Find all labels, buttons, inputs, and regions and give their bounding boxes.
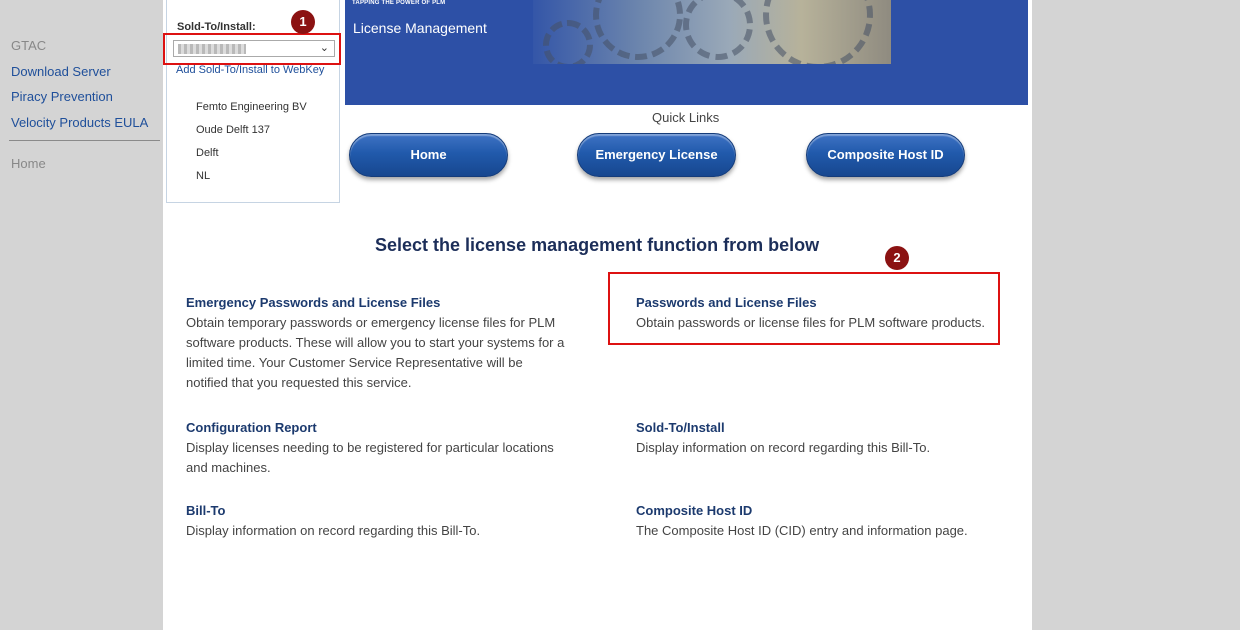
soldto-panel: Sold-To/Install: ⌄ Add Sold-To/Install t… bbox=[166, 0, 340, 203]
function-title[interactable]: Bill-To bbox=[186, 502, 566, 519]
address-street: Oude Delft 137 bbox=[196, 124, 270, 136]
quicklink-composite-host-id-button[interactable]: Composite Host ID bbox=[806, 133, 965, 177]
right-gutter bbox=[1032, 0, 1240, 630]
annotation-highlight-2 bbox=[608, 272, 1000, 345]
function-title[interactable]: Composite Host ID bbox=[636, 502, 1026, 519]
address-country: NL bbox=[196, 170, 211, 182]
nav-item-gtac[interactable]: GTAC bbox=[11, 38, 46, 53]
quicklink-home-button[interactable]: Home bbox=[349, 133, 508, 177]
function-desc: Display information on record regarding … bbox=[636, 440, 931, 455]
function-desc: The Composite Host ID (CID) entry and in… bbox=[636, 523, 968, 538]
gears-banner-image bbox=[533, 0, 891, 64]
function-configuration-report: Configuration Report Display licenses ne… bbox=[186, 419, 566, 478]
banner: TAPPING THE POWER OF PLM License Managem… bbox=[345, 0, 1028, 105]
quicklink-emergency-license-button[interactable]: Emergency License bbox=[577, 133, 736, 177]
function-title[interactable]: Emergency Passwords and License Files bbox=[186, 294, 566, 311]
annotation-highlight-1 bbox=[163, 33, 341, 65]
function-title[interactable]: Configuration Report bbox=[186, 419, 566, 436]
function-desc: Display licenses needing to be registere… bbox=[186, 440, 554, 475]
address-city: Delft bbox=[196, 147, 219, 159]
function-desc: Obtain temporary passwords or emergency … bbox=[186, 315, 565, 390]
nav-item-piracy-prevention[interactable]: Piracy Prevention bbox=[11, 89, 113, 104]
function-sold-to-install: Sold-To/Install Display information on r… bbox=[636, 419, 1026, 458]
page-headline: Select the license management function f… bbox=[375, 235, 820, 255]
annotation-badge-1: 1 bbox=[291, 10, 315, 34]
function-emergency-passwords: Emergency Passwords and License Files Ob… bbox=[186, 294, 566, 393]
left-nav: GTAC Download Server Piracy Prevention V… bbox=[0, 0, 163, 630]
function-desc: Display information on record regarding … bbox=[186, 523, 481, 538]
annotation-badge-2: 2 bbox=[885, 246, 909, 270]
add-soldto-link[interactable]: Add Sold-To/Install to WebKey bbox=[176, 64, 324, 76]
quick-links-label: Quick Links bbox=[652, 110, 720, 125]
soldto-label: Sold-To/Install: bbox=[177, 21, 256, 33]
address-company: Femto Engineering BV bbox=[196, 101, 307, 113]
function-bill-to: Bill-To Display information on record re… bbox=[186, 502, 566, 541]
function-title[interactable]: Sold-To/Install bbox=[636, 419, 1026, 436]
function-composite-host-id: Composite Host ID The Composite Host ID … bbox=[636, 502, 1026, 541]
nav-item-download-server[interactable]: Download Server bbox=[11, 64, 111, 79]
main-panel: Sold-To/Install: ⌄ Add Sold-To/Install t… bbox=[163, 0, 1032, 630]
nav-item-velocity-eula[interactable]: Velocity Products EULA bbox=[11, 115, 148, 130]
banner-tagline: TAPPING THE POWER OF PLM bbox=[352, 0, 446, 6]
nav-item-home[interactable]: Home bbox=[11, 156, 46, 171]
nav-divider bbox=[9, 140, 160, 141]
banner-title: License Management bbox=[353, 20, 487, 36]
